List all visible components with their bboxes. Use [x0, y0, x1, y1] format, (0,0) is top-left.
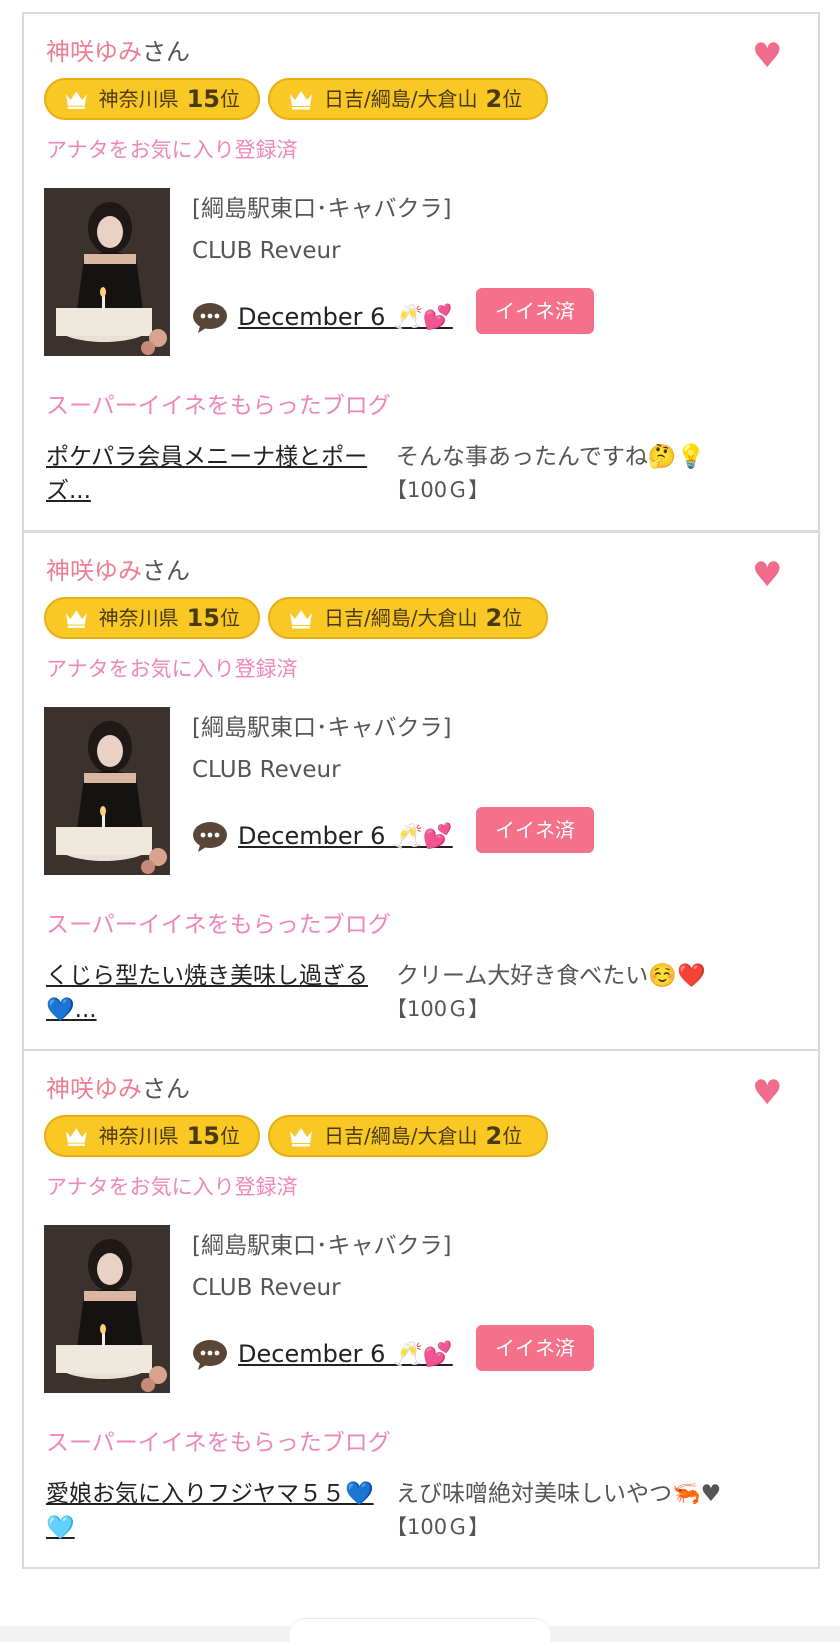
shop-category: [綱島駅東口･キャバクラ]	[192, 1233, 452, 1259]
blog-title-link[interactable]: ポケパラ会員メニーナ様とポーズ...	[46, 440, 386, 508]
rank-number: 2	[485, 1122, 503, 1150]
liked-button[interactable]: イイネ済	[476, 807, 594, 853]
bottom-tab-handle[interactable]	[290, 1618, 550, 1642]
blog-comment: そんな事あったんですね🤔💡	[396, 444, 706, 470]
post-title-link[interactable]: December 6 🥂💕	[238, 819, 453, 853]
heart-icon[interactable]: ♥	[752, 1076, 782, 1110]
crown-icon	[290, 1128, 312, 1147]
crown-icon	[290, 91, 312, 110]
favorite-status: アナタをお気に入り登録済	[46, 657, 298, 681]
blog-comment: えび味噌絶対美味しいやつ🦐♥	[396, 1481, 722, 1507]
rank-number: 15	[186, 1122, 220, 1150]
favorite-status: アナタをお気に入り登録済	[46, 138, 298, 162]
cast-name-line[interactable]: 神咲ゆみさん	[46, 1073, 190, 1105]
points-label: 【100Ｇ】	[386, 478, 490, 502]
cast-photo[interactable]	[44, 188, 170, 356]
rank-badge-area[interactable]: 日吉/綱島/大倉山 2 位	[268, 597, 548, 639]
cast-photo[interactable]	[44, 707, 170, 875]
favorite-status: アナタをお気に入り登録済	[46, 1175, 298, 1199]
honorific: さん	[142, 1075, 190, 1103]
points-label: 【100Ｇ】	[386, 1515, 490, 1539]
super-like-blog-heading: スーパーイイネをもらったブログ	[46, 912, 391, 938]
crown-icon	[290, 610, 312, 629]
heart-icon[interactable]: ♥	[752, 558, 782, 592]
cast-name[interactable]: 神咲ゆみ	[46, 557, 142, 585]
rank-suffix: 位	[502, 606, 523, 630]
cast-name-line[interactable]: 神咲ゆみさん	[46, 555, 190, 587]
blog-like-card: 神咲ゆみさん ♥ 神奈川県 15 位 日吉/綱島/大倉山 2 位 アナタをお気に…	[22, 531, 820, 1051]
rank-area: 神奈川県	[98, 1124, 179, 1148]
points-label: 【100Ｇ】	[386, 997, 490, 1021]
rank-badge-prefecture[interactable]: 神奈川県 15 位	[44, 78, 260, 120]
super-like-blog-heading: スーパーイイネをもらったブログ	[46, 1430, 391, 1456]
rank-number: 15	[186, 604, 220, 632]
rank-area: 神奈川県	[98, 87, 179, 111]
rank-badge-area[interactable]: 日吉/綱島/大倉山 2 位	[268, 1115, 548, 1157]
rank-suffix: 位	[220, 1124, 240, 1148]
honorific: さん	[142, 38, 190, 66]
blog-title-link[interactable]: くじら型たい焼き美味し過ぎる💙...	[46, 959, 386, 1027]
rank-badge-prefecture[interactable]: 神奈川県 15 位	[44, 597, 260, 639]
rank-number: 2	[485, 604, 503, 632]
liked-button[interactable]: イイネ済	[476, 288, 594, 334]
crown-icon	[65, 610, 87, 628]
super-like-blog-heading: スーパーイイネをもらったブログ	[46, 393, 391, 419]
rank-area: 神奈川県	[98, 606, 179, 630]
comment-icon	[193, 1340, 227, 1370]
rank-suffix: 位	[502, 1124, 523, 1148]
rank-number: 2	[485, 85, 503, 113]
rank-area: 日吉/綱島/大倉山	[324, 87, 478, 111]
liked-button[interactable]: イイネ済	[476, 1325, 594, 1371]
crown-icon	[65, 91, 87, 109]
cast-name-line[interactable]: 神咲ゆみさん	[46, 36, 190, 68]
rank-badge-area[interactable]: 日吉/綱島/大倉山 2 位	[268, 78, 548, 120]
blog-like-card: 神咲ゆみさん ♥ 神奈川県 15 位 日吉/綱島/大倉山 2 位 アナタをお気に…	[22, 1049, 820, 1569]
rank-area: 日吉/綱島/大倉山	[324, 1124, 478, 1148]
comment-icon	[193, 303, 227, 333]
blog-like-card: 神咲ゆみさん ♥ 神奈川県 15 位 日吉/綱島/大倉山 2 位 アナタをお気に…	[22, 12, 820, 532]
cast-photo-image	[44, 1225, 170, 1393]
cast-name[interactable]: 神咲ゆみ	[46, 1075, 142, 1103]
comment-icon	[193, 822, 227, 852]
rank-area: 日吉/綱島/大倉山	[324, 606, 478, 630]
shop-category: [綱島駅東口･キャバクラ]	[192, 196, 452, 222]
shop-name[interactable]: CLUB Reveur	[192, 236, 341, 266]
rank-badge-prefecture[interactable]: 神奈川県 15 位	[44, 1115, 260, 1157]
shop-name[interactable]: CLUB Reveur	[192, 755, 341, 785]
rank-suffix: 位	[220, 87, 240, 111]
rank-number: 15	[186, 85, 220, 113]
honorific: さん	[142, 557, 190, 585]
shop-name[interactable]: CLUB Reveur	[192, 1273, 341, 1303]
cast-name[interactable]: 神咲ゆみ	[46, 38, 142, 66]
blog-comment: クリーム大好き食べたい☺️❤️	[396, 963, 706, 989]
rank-suffix: 位	[502, 87, 523, 111]
post-title-link[interactable]: December 6 🥂💕	[238, 300, 453, 334]
blog-title-link[interactable]: 愛娘お気に入りフジヤマ５５💙🩵	[46, 1477, 386, 1545]
shop-category: [綱島駅東口･キャバクラ]	[192, 715, 452, 741]
heart-icon[interactable]: ♥	[752, 39, 782, 73]
cast-photo-image	[44, 707, 170, 875]
post-title-link[interactable]: December 6 🥂💕	[238, 1337, 453, 1371]
cast-photo-image	[44, 188, 170, 356]
rank-suffix: 位	[220, 606, 240, 630]
crown-icon	[65, 1128, 87, 1146]
cast-photo[interactable]	[44, 1225, 170, 1393]
